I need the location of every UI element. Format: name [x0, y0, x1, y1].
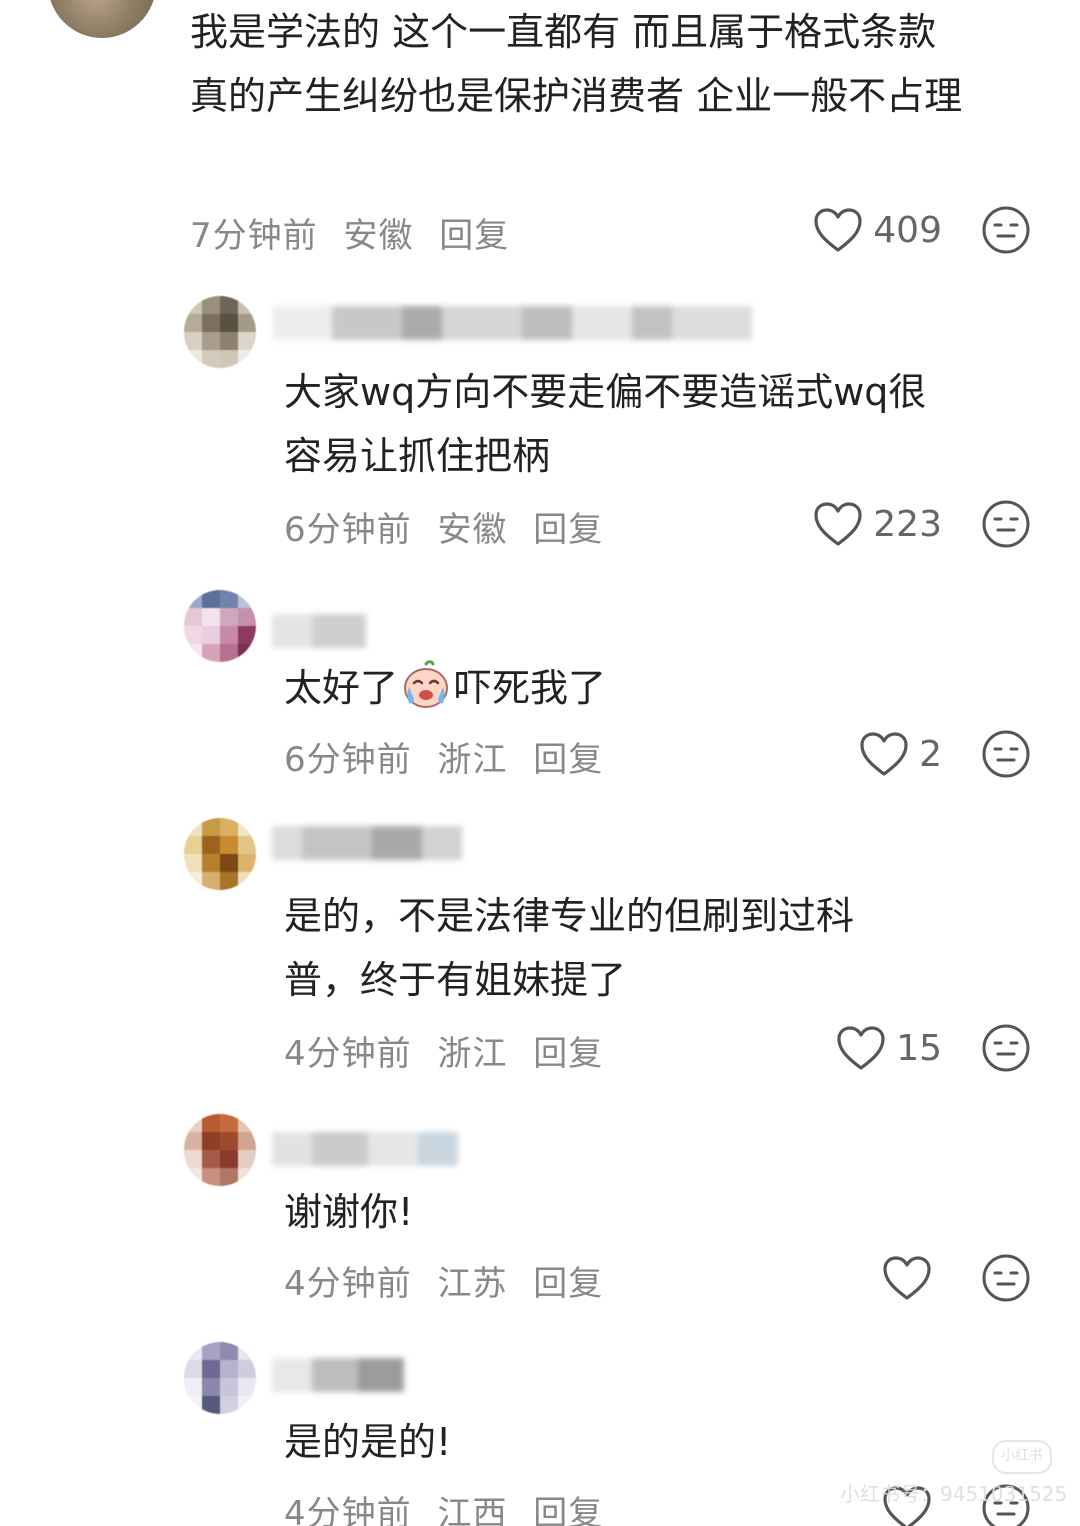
comment-text: 太好了 吓死我了 — [284, 656, 964, 720]
heart-outline-icon — [814, 502, 862, 546]
comment-text: 大家wq方向不要走偏不要造谣式wq很容易让抓住把柄 — [284, 370, 927, 478]
comment-text: 是的是的! — [284, 1420, 452, 1464]
heart-outline-icon — [860, 732, 908, 776]
crying-face-emoji — [404, 660, 449, 708]
comment-text: 我是学法的 这个一直都有 而且属于格式条款 真的产生纠纷也是保护消费者 企业一般… — [190, 10, 963, 118]
neutral-face-icon — [982, 500, 1030, 548]
neutral-face-icon — [982, 206, 1030, 254]
like-count: 223 — [873, 503, 942, 545]
like-count: 15 — [896, 1027, 942, 1069]
reply-button[interactable]: 回复 — [533, 1264, 603, 1304]
like-button[interactable]: 409 — [813, 204, 942, 256]
avatar[interactable] — [184, 818, 256, 890]
heart-outline-icon — [814, 208, 862, 252]
comment-thread: 我是学法的 这个一直都有 而且属于格式条款 真的产生纠纷也是保护消费者 企业一般… — [0, 0, 1080, 1526]
reply-button[interactable]: 回复 — [533, 1034, 603, 1074]
reply-button[interactable]: 回复 — [533, 510, 603, 550]
comment-time: 4分钟前 — [284, 1264, 412, 1304]
like-button[interactable]: 15 — [836, 1022, 942, 1074]
comment-meta: 6分钟前 浙江 回复 — [284, 732, 617, 781]
like-button[interactable]: 223 — [813, 498, 942, 550]
avatar[interactable] — [184, 1114, 256, 1186]
comment-meta: 4分钟前 江苏 回复 — [284, 1256, 617, 1305]
dislike-button[interactable] — [980, 1252, 1032, 1304]
dislike-button[interactable] — [980, 728, 1032, 780]
comment-time: 4分钟前 — [284, 1034, 412, 1074]
username-blurred[interactable] — [272, 614, 366, 648]
comment-location: 安徽 — [437, 510, 508, 550]
comment-text-part: 吓死我了 — [454, 666, 607, 710]
comment-meta: 6分钟前 安徽 回复 — [284, 502, 617, 551]
like-button[interactable]: 2 — [859, 728, 942, 780]
comment-meta: 4分钟前 浙江 回复 — [284, 1026, 617, 1075]
username-blurred[interactable] — [272, 826, 462, 860]
like-count: 409 — [873, 209, 942, 251]
comment-time: 4分钟前 — [284, 1494, 412, 1526]
neutral-face-icon — [982, 730, 1030, 778]
avatar[interactable] — [184, 1342, 256, 1414]
comment-location: 江苏 — [437, 1264, 508, 1304]
comment-location: 安徽 — [343, 216, 414, 256]
neutral-face-icon — [982, 1024, 1030, 1072]
neutral-face-icon — [982, 1254, 1030, 1302]
like-button[interactable] — [882, 1252, 942, 1304]
comment-location: 浙江 — [437, 740, 508, 780]
watermark-text: 小红书号：9451031525 — [840, 1482, 1068, 1506]
avatar[interactable] — [184, 590, 256, 662]
reply-button[interactable]: 回复 — [439, 216, 509, 256]
watermark-logo: 小红书 — [992, 1440, 1052, 1474]
comment-location: 浙江 — [437, 1034, 508, 1074]
reply-button[interactable]: 回复 — [533, 740, 603, 780]
comment-meta: 7分钟前 安徽 回复 — [190, 208, 523, 257]
comment-time: 6分钟前 — [284, 510, 412, 550]
dislike-button[interactable] — [980, 498, 1032, 550]
comment-text: 是的，不是法律专业的但刷到过科普，终于有姐妹提了 — [284, 894, 855, 1002]
like-count: 2 — [919, 733, 942, 775]
heart-outline-icon — [837, 1026, 885, 1070]
comment-text: 谢谢你! — [284, 1190, 414, 1234]
comment-time: 7分钟前 — [190, 216, 318, 256]
dislike-button[interactable] — [980, 1022, 1032, 1074]
avatar[interactable] — [184, 296, 256, 368]
comment-time: 6分钟前 — [284, 740, 412, 780]
avatar[interactable] — [48, 0, 156, 38]
heart-outline-icon — [883, 1256, 931, 1300]
reply-button[interactable]: 回复 — [533, 1494, 603, 1526]
comment-meta: 4分钟前 江西 回复 — [284, 1486, 617, 1526]
comment-location: 江西 — [437, 1494, 508, 1526]
username-blurred[interactable] — [272, 1358, 404, 1392]
comment-text-part: 太好了 — [284, 666, 399, 710]
username-blurred[interactable] — [272, 1132, 458, 1166]
dislike-button[interactable] — [980, 204, 1032, 256]
username-blurred[interactable] — [272, 306, 752, 340]
